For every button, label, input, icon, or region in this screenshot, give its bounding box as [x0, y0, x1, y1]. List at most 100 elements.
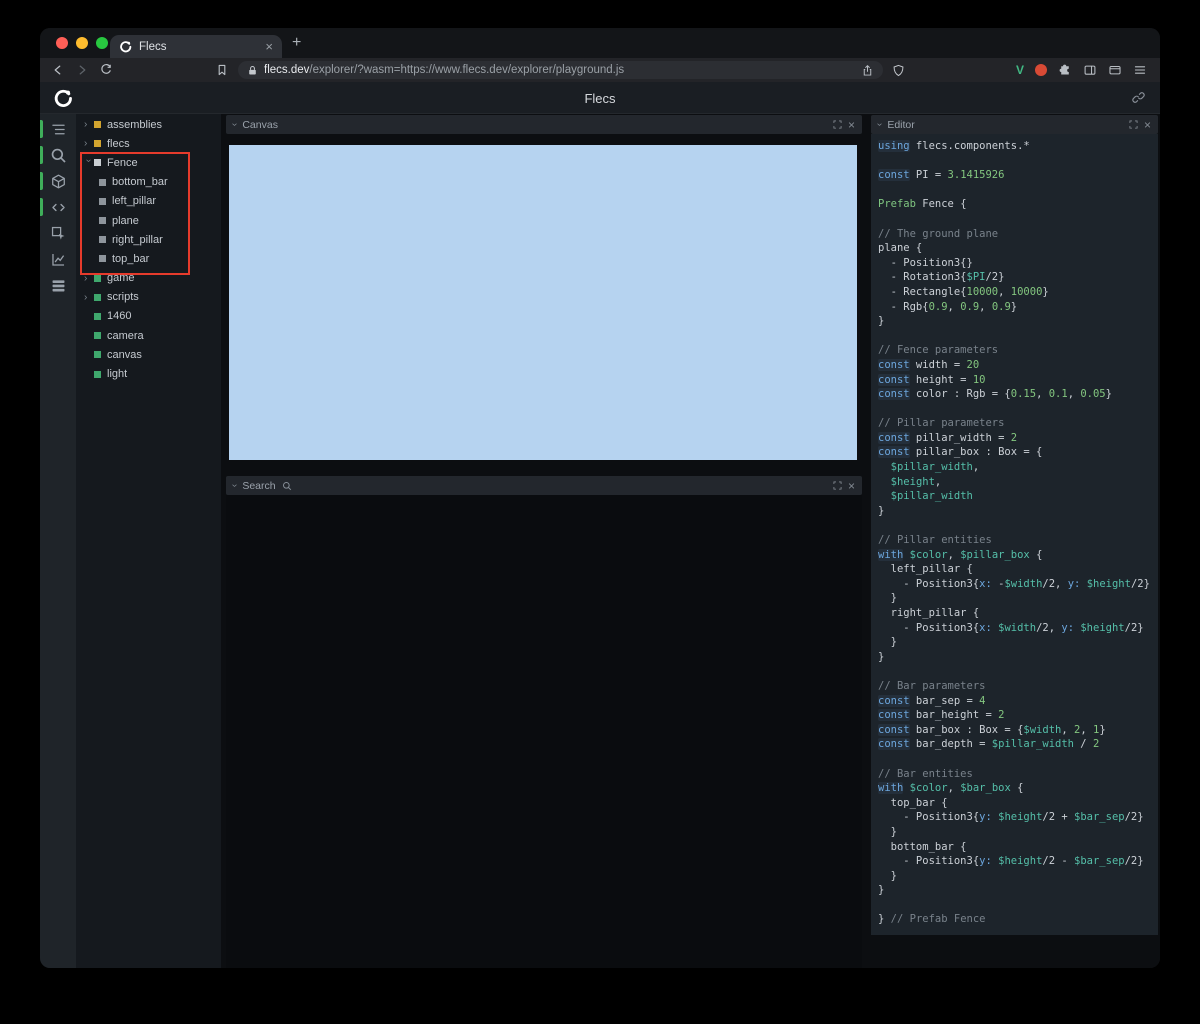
code-line: }: [878, 315, 885, 328]
vue-devtools-icon[interactable]: V: [1016, 63, 1024, 77]
tree-item-label: assemblies: [107, 118, 163, 131]
panel-toggle-editor[interactable]: [40, 194, 76, 220]
tree-item-assemblies[interactable]: › assemblies: [76, 115, 221, 134]
expand-panel-icon[interactable]: [833, 120, 842, 129]
reload-button-icon[interactable]: [99, 63, 113, 77]
entity-color-square: [94, 121, 101, 129]
entity-color-square: [99, 217, 106, 225]
code-editor-area[interactable]: using flecs.components.* const PI = 3.14…: [871, 134, 1158, 935]
code-line: }: [878, 650, 885, 663]
tree-collapsed-arrow-icon[interactable]: ›: [84, 273, 94, 284]
back-button-icon[interactable]: [51, 63, 65, 77]
tree-item-label: top_bar: [112, 252, 150, 265]
search-results-area[interactable]: [226, 495, 862, 968]
tree-item-left_pillar[interactable]: left_pillar: [76, 192, 221, 211]
close-window-button[interactable]: [56, 37, 68, 49]
code-line: // Pillar entities: [878, 534, 992, 547]
active-indicator: [40, 146, 43, 164]
panel-icon-strip: [40, 114, 76, 968]
search-panel-header: › Search ×: [226, 476, 862, 495]
browser-tab-flecs[interactable]: Flecs ×: [110, 35, 282, 58]
wallet-icon[interactable]: [1108, 63, 1122, 77]
tree-collapsed-arrow-icon[interactable]: ›: [84, 138, 94, 149]
extension-area: V: [1016, 58, 1160, 82]
code-line: Prefab Fence {: [878, 198, 967, 211]
panel-toggle-commands[interactable]: [40, 272, 76, 298]
menu-icon[interactable]: [1133, 63, 1147, 77]
tab-strip: Flecs × +: [40, 28, 1160, 58]
code-line: - Position3{x: $width/2, y: $height/2}: [878, 621, 1144, 634]
tree-item-bottom_bar[interactable]: bottom_bar: [76, 173, 221, 192]
tree-item-top_bar[interactable]: top_bar: [76, 249, 221, 268]
url-text: flecs.dev/explorer/?wasm=https://www.fle…: [264, 64, 624, 76]
search-panel-title: Search: [242, 479, 276, 492]
canvas-panel-title: Canvas: [242, 118, 278, 131]
tree-item-plane[interactable]: plane: [76, 211, 221, 230]
entity-color-square: [94, 274, 101, 282]
code-line: }: [878, 884, 885, 897]
app-header: Flecs: [40, 82, 1160, 114]
panel-toggle-entity-tree[interactable]: [40, 116, 76, 142]
forward-button-icon[interactable]: [75, 63, 89, 77]
code-line: with $color, $pillar_box {: [878, 548, 1043, 561]
address-bar[interactable]: flecs.dev/explorer/?wasm=https://www.fle…: [238, 61, 883, 79]
share-icon[interactable]: [861, 64, 874, 77]
extension-red-icon[interactable]: [1035, 64, 1047, 76]
close-panel-icon[interactable]: ×: [848, 119, 855, 131]
tree-item-Fence[interactable]: › Fence: [76, 153, 221, 172]
minimize-window-button[interactable]: [76, 37, 88, 49]
panel-toggle-statistics[interactable]: [40, 246, 76, 272]
sidebar-toggle-icon[interactable]: [1083, 63, 1097, 77]
chevron-down-icon[interactable]: ›: [229, 123, 240, 126]
new-tab-button[interactable]: +: [292, 34, 301, 52]
code-line: }: [878, 636, 897, 649]
code-line: // Pillar parameters: [878, 417, 1005, 430]
canvas-viewport[interactable]: [229, 145, 857, 460]
share-link-icon[interactable]: [1131, 90, 1146, 105]
tree-item-right_pillar[interactable]: right_pillar: [76, 230, 221, 249]
panel-toggle-search[interactable]: [40, 142, 76, 168]
active-indicator: [40, 172, 43, 190]
bookmark-icon[interactable]: [215, 63, 229, 77]
tree-item-1460[interactable]: 1460: [76, 307, 221, 326]
tree-item-scripts[interactable]: › scripts: [76, 288, 221, 307]
tree-item-canvas[interactable]: canvas: [76, 345, 221, 364]
code-line: // The ground plane: [878, 227, 999, 240]
expand-panel-icon[interactable]: [833, 481, 842, 490]
code-line: }: [878, 825, 897, 838]
extensions-puzzle-icon[interactable]: [1058, 63, 1072, 77]
tree-collapsed-arrow-icon[interactable]: ›: [84, 292, 94, 303]
tree-collapsed-arrow-icon[interactable]: ›: [84, 119, 94, 130]
tree-expanded-arrow-icon[interactable]: ›: [83, 160, 94, 170]
tree-item-flecs[interactable]: › flecs: [76, 134, 221, 153]
code-line: const pillar_box : Box = {: [878, 446, 1043, 459]
tree-item-light[interactable]: light: [76, 364, 221, 383]
tree-item-game[interactable]: › game: [76, 269, 221, 288]
tab-close-icon[interactable]: ×: [265, 40, 273, 53]
chevron-down-icon[interactable]: ›: [874, 123, 885, 126]
panel-toggle-canvas[interactable]: [40, 168, 76, 194]
url-path: /explorer/?wasm=https://www.flecs.dev/ex…: [309, 64, 625, 76]
code-line: - Rectangle{10000, 10000}: [878, 285, 1049, 298]
chevron-down-icon[interactable]: ›: [229, 484, 240, 487]
shield-icon[interactable]: [892, 64, 905, 77]
entity-color-square: [94, 370, 101, 378]
panel-toggle-inspector[interactable]: [40, 220, 76, 246]
code-line: } // Prefab Fence: [878, 913, 986, 926]
tree-item-camera[interactable]: camera: [76, 326, 221, 345]
close-panel-icon[interactable]: ×: [1144, 119, 1151, 131]
entity-color-square: [94, 312, 101, 320]
code-icon: [50, 199, 67, 216]
zoom-window-button[interactable]: [96, 37, 108, 49]
code-line: bottom_bar {: [878, 840, 967, 853]
code-line: right_pillar {: [878, 607, 980, 619]
expand-panel-icon[interactable]: [1129, 120, 1138, 129]
close-panel-icon[interactable]: ×: [848, 480, 855, 492]
url-host: flecs.dev: [264, 64, 310, 76]
flecs-favicon-icon: [119, 40, 132, 53]
code-line: // Fence parameters: [878, 344, 999, 357]
